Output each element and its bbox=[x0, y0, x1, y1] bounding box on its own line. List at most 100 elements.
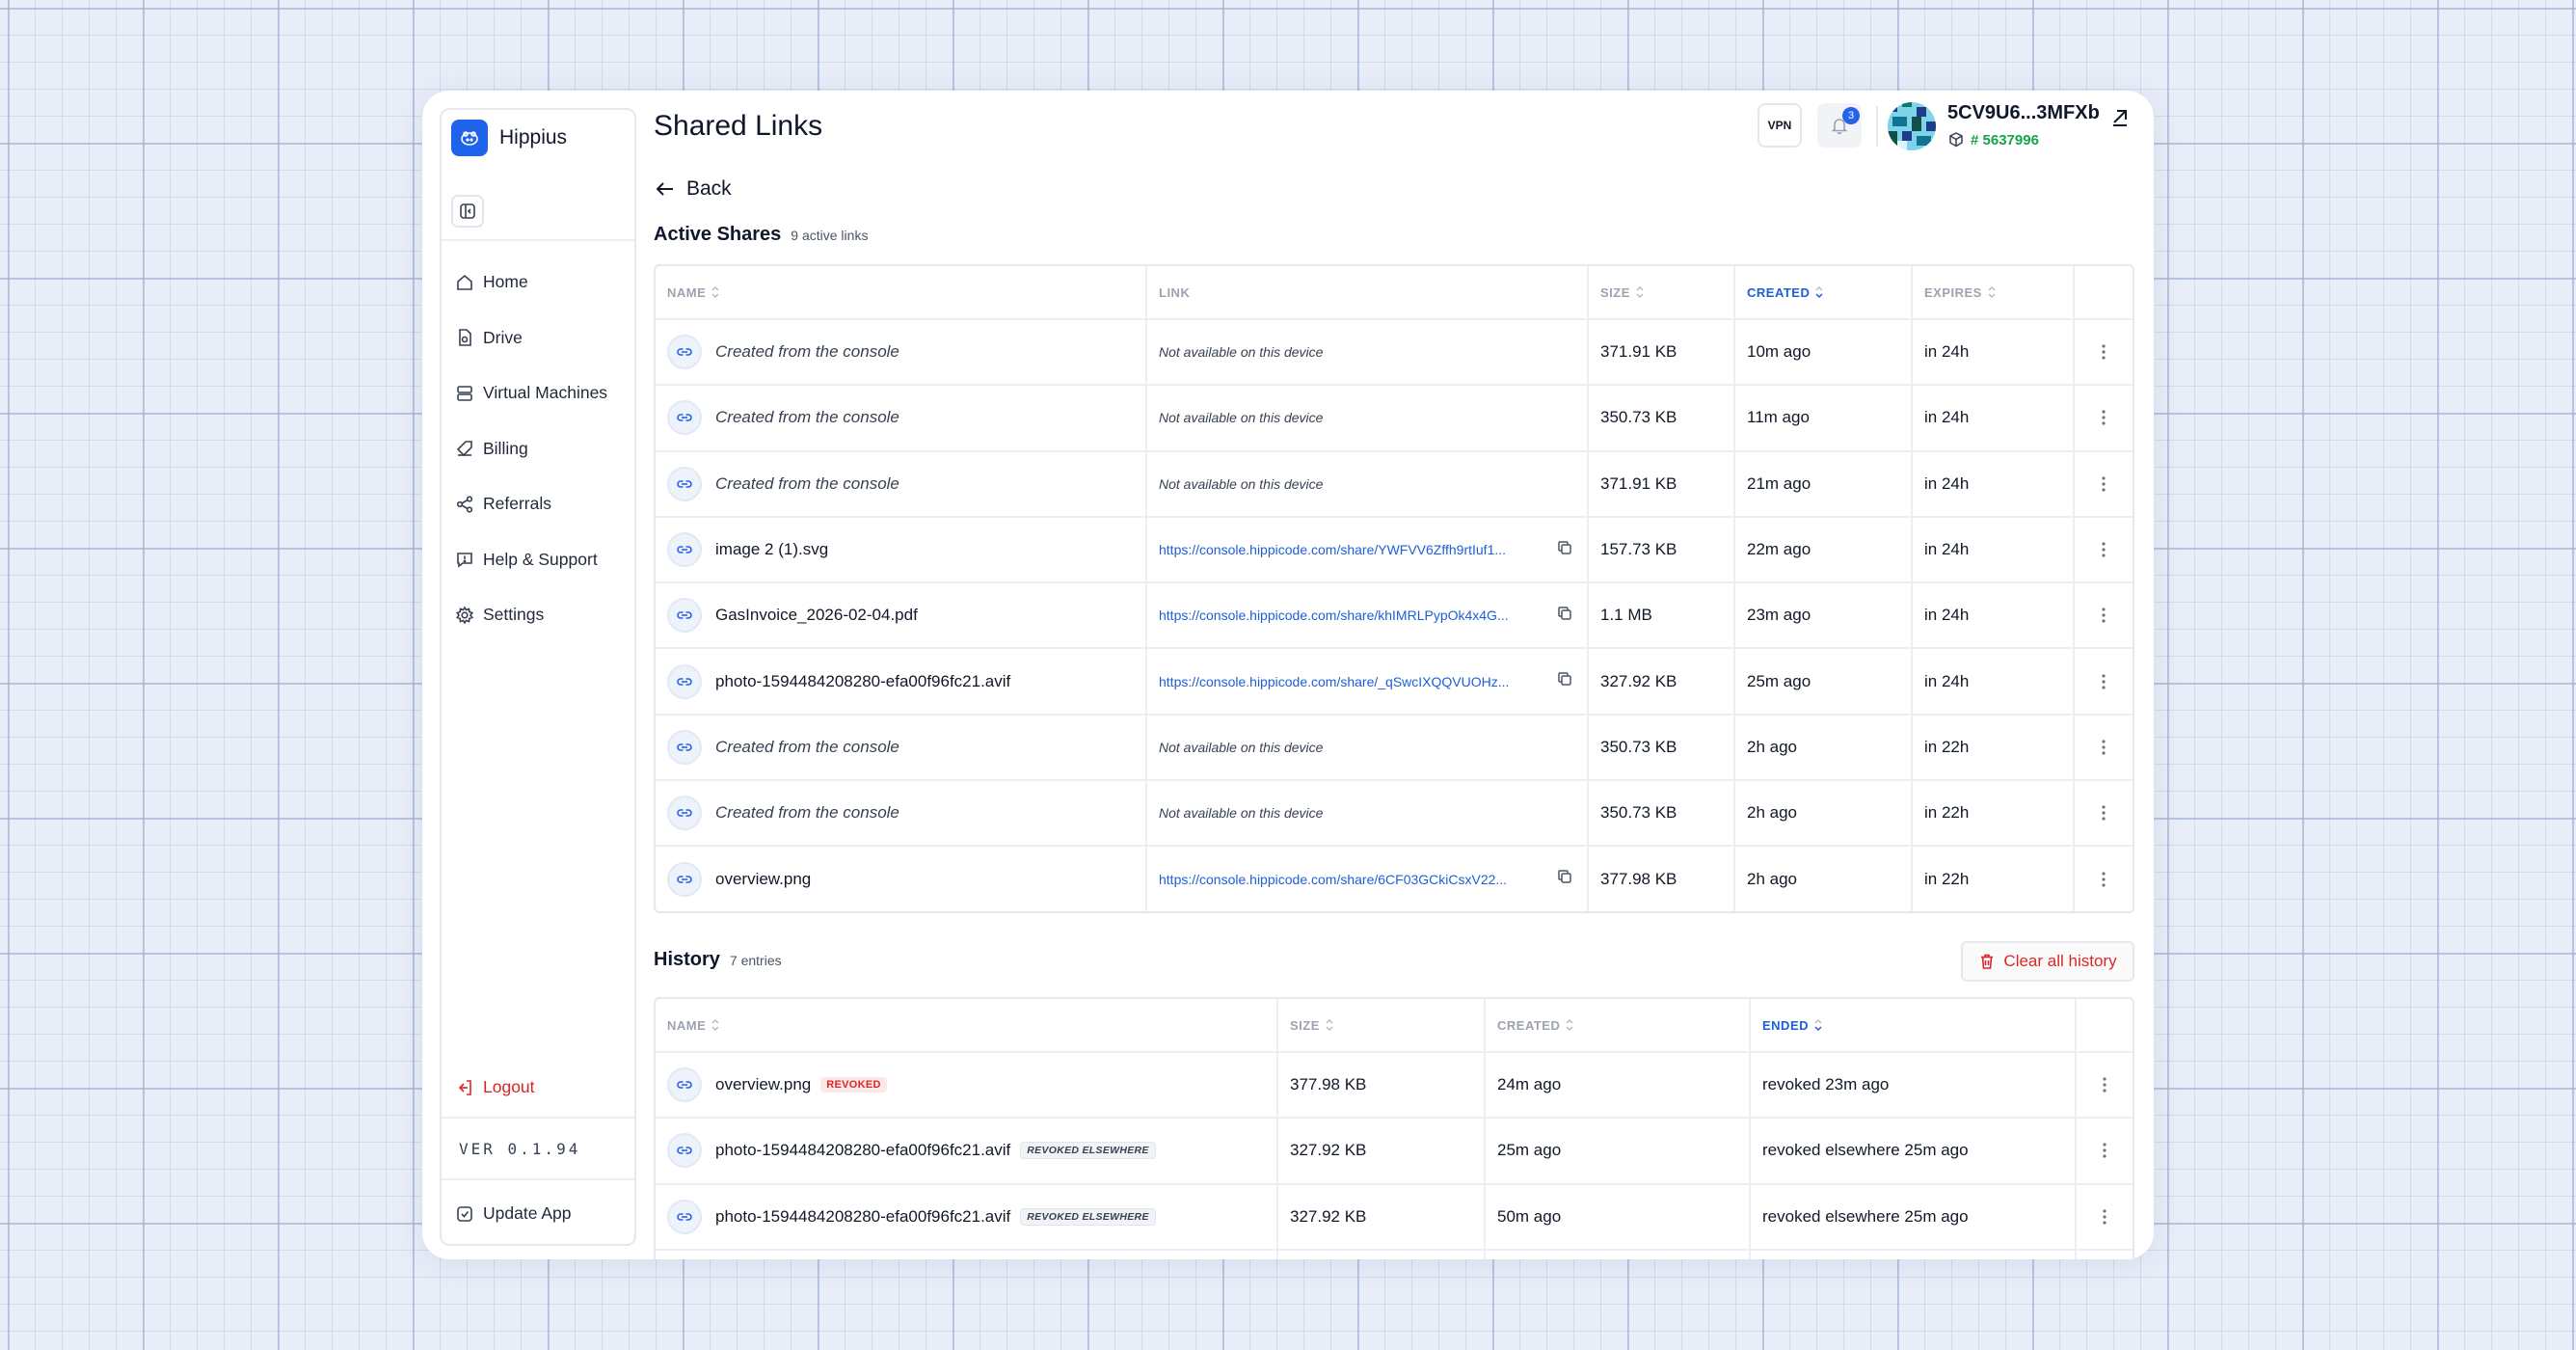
column-header-created[interactable]: CREATED bbox=[1484, 999, 1749, 1051]
clear-history-label: Clear all history bbox=[2003, 952, 2117, 970]
sort-icon bbox=[1566, 1018, 1573, 1032]
sidebar-item-help-support[interactable]: Help & Support bbox=[455, 532, 607, 588]
trash-icon bbox=[1981, 954, 1994, 969]
more-options-icon[interactable] bbox=[2073, 451, 2133, 516]
file-name[interactable]: GasInvoice_2026-02-04.pdf bbox=[715, 606, 918, 625]
share-url-link[interactable]: https://console.hippicode.com/share/YWFV… bbox=[1159, 542, 1546, 557]
home-icon bbox=[457, 274, 472, 290]
more-options-icon[interactable] bbox=[2073, 715, 2133, 780]
sidebar-item-billing[interactable]: Billing bbox=[455, 421, 607, 477]
collapse-sidebar-button[interactable] bbox=[451, 195, 484, 228]
file-name[interactable]: Created from the console bbox=[715, 738, 899, 757]
notifications-button[interactable]: 3 bbox=[1817, 103, 1862, 148]
back-label: Back bbox=[686, 177, 732, 200]
status-badge: REVOKED bbox=[820, 1077, 887, 1094]
more-options-icon[interactable] bbox=[2075, 1184, 2133, 1249]
column-header-name[interactable]: NAME bbox=[656, 999, 1276, 1051]
column-header-name[interactable]: NAME bbox=[656, 266, 1145, 318]
arrow-left-icon bbox=[656, 182, 673, 196]
back-button[interactable]: Back bbox=[654, 177, 732, 201]
sidebar-item-label: Billing bbox=[483, 438, 528, 458]
column-header-ended[interactable]: ENDED bbox=[1749, 999, 2075, 1051]
share-url-link[interactable]: https://console.hippicode.com/share/6CF0… bbox=[1159, 872, 1546, 887]
more-options-icon[interactable] bbox=[2073, 517, 2133, 582]
file-name: overview.png bbox=[715, 1075, 812, 1094]
file-name[interactable]: Created from the console bbox=[715, 803, 899, 823]
file-name[interactable]: Created from the console bbox=[715, 474, 899, 494]
created-cell: 25m ago bbox=[1484, 1119, 1749, 1183]
expires-cell: in 24h bbox=[1911, 583, 2073, 648]
file-name[interactable]: photo-1594484208280-efa00f96fc21.avif bbox=[715, 672, 1010, 691]
update-app-button[interactable]: Update App bbox=[455, 1203, 571, 1224]
file-name[interactable]: image 2 (1).svg bbox=[715, 540, 828, 559]
page-title: Shared Links bbox=[654, 110, 823, 142]
brand[interactable]: Hippius bbox=[451, 120, 567, 156]
logout-button[interactable]: Logout bbox=[455, 1077, 535, 1097]
logout-icon bbox=[458, 1079, 471, 1095]
more-options-icon[interactable] bbox=[2075, 1053, 2133, 1118]
link-icon bbox=[667, 400, 702, 436]
account-name: 5CV9U6...3MFXb bbox=[1947, 102, 2100, 123]
notification-count-badge: 3 bbox=[1842, 107, 1860, 124]
more-options-icon[interactable] bbox=[2073, 649, 2133, 714]
more-options-icon[interactable] bbox=[2073, 781, 2133, 846]
account-id: # 5637996 bbox=[1947, 131, 2039, 148]
table-row: photo-1594484208280-efa00f96fc21.avif REV… bbox=[656, 1182, 2133, 1249]
expires-cell: in 22h bbox=[1911, 847, 2073, 911]
more-options-icon[interactable] bbox=[2073, 583, 2133, 648]
sidebar-item-label: Help & Support bbox=[483, 549, 598, 569]
vpn-button[interactable]: VPN bbox=[1758, 103, 1802, 148]
logout-label: Logout bbox=[483, 1077, 535, 1096]
size-cell: 377.98 KB bbox=[1276, 1053, 1484, 1118]
sort-icon bbox=[1988, 285, 1996, 299]
link-icon bbox=[667, 1067, 702, 1103]
sidebar-item-settings[interactable]: Settings bbox=[455, 587, 607, 643]
status-badge: REVOKED ELSEWHERE bbox=[1020, 1142, 1156, 1160]
more-options-icon[interactable] bbox=[2073, 320, 2133, 385]
more-options-icon[interactable] bbox=[2073, 386, 2133, 450]
update-icon bbox=[457, 1205, 472, 1222]
external-link-icon[interactable] bbox=[2109, 106, 2131, 132]
empty-cell bbox=[1484, 1250, 1749, 1259]
more-options-icon[interactable] bbox=[2075, 1119, 2133, 1183]
size-cell: 1.1 MB bbox=[1587, 583, 1733, 648]
link-cell: https://console.hippicode.com/share/_qSw… bbox=[1145, 649, 1587, 714]
sort-icon bbox=[1636, 285, 1644, 299]
link-icon bbox=[667, 335, 702, 370]
name-cell: photo-1594484208280-efa00f96fc21.avif REV… bbox=[656, 1185, 1276, 1249]
copy-icon[interactable] bbox=[1556, 539, 1573, 561]
history-heading: History 7 entries bbox=[654, 949, 782, 971]
column-header-created[interactable]: CREATED bbox=[1733, 266, 1911, 318]
copy-icon[interactable] bbox=[1556, 670, 1573, 692]
file-name[interactable]: overview.png bbox=[715, 870, 811, 889]
file-name[interactable]: Created from the console bbox=[715, 342, 899, 362]
column-header-size[interactable]: SIZE bbox=[1276, 999, 1484, 1051]
column-header-size[interactable]: SIZE bbox=[1587, 266, 1733, 318]
sidebar-nav: Home Drive Virtual Machines Billing Refe… bbox=[455, 255, 607, 643]
sidebar-item-home[interactable]: Home bbox=[455, 255, 607, 310]
column-header-expires[interactable]: EXPIRES bbox=[1911, 266, 2073, 318]
copy-icon[interactable] bbox=[1556, 868, 1573, 890]
share-url-link[interactable]: https://console.hippicode.com/share/khIM… bbox=[1159, 608, 1546, 623]
link-unavailable-text: Not available on this device bbox=[1159, 805, 1324, 822]
clear-history-button[interactable]: Clear all history bbox=[1961, 941, 2134, 982]
expires-cell: in 24h bbox=[1911, 649, 2073, 714]
sidebar-item-virtual-machines[interactable]: Virtual Machines bbox=[455, 365, 607, 421]
hippo-logo-icon bbox=[451, 120, 488, 156]
avatar[interactable] bbox=[1888, 102, 1936, 150]
sidebar-divider bbox=[442, 239, 634, 241]
sidebar-item-label: Home bbox=[483, 272, 528, 292]
name-cell: overview.png bbox=[656, 847, 1145, 910]
file-name[interactable]: Created from the console bbox=[715, 408, 899, 427]
sidebar-item-referrals[interactable]: Referrals bbox=[455, 476, 607, 532]
file-name: photo-1594484208280-efa00f96fc21.avif bbox=[715, 1141, 1011, 1160]
link-cell: Not available on this device bbox=[1145, 386, 1587, 450]
link-cell: Not available on this device bbox=[1145, 451, 1587, 516]
copy-icon[interactable] bbox=[1556, 605, 1573, 627]
more-options-icon[interactable] bbox=[2073, 847, 2133, 911]
share-url-link[interactable]: https://console.hippicode.com/share/_qSw… bbox=[1159, 674, 1546, 689]
table-row: Created from the console Not available on… bbox=[656, 318, 2133, 385]
sidebar-divider bbox=[442, 1178, 634, 1180]
share-icon bbox=[456, 496, 473, 513]
sidebar-item-drive[interactable]: Drive bbox=[455, 310, 607, 366]
